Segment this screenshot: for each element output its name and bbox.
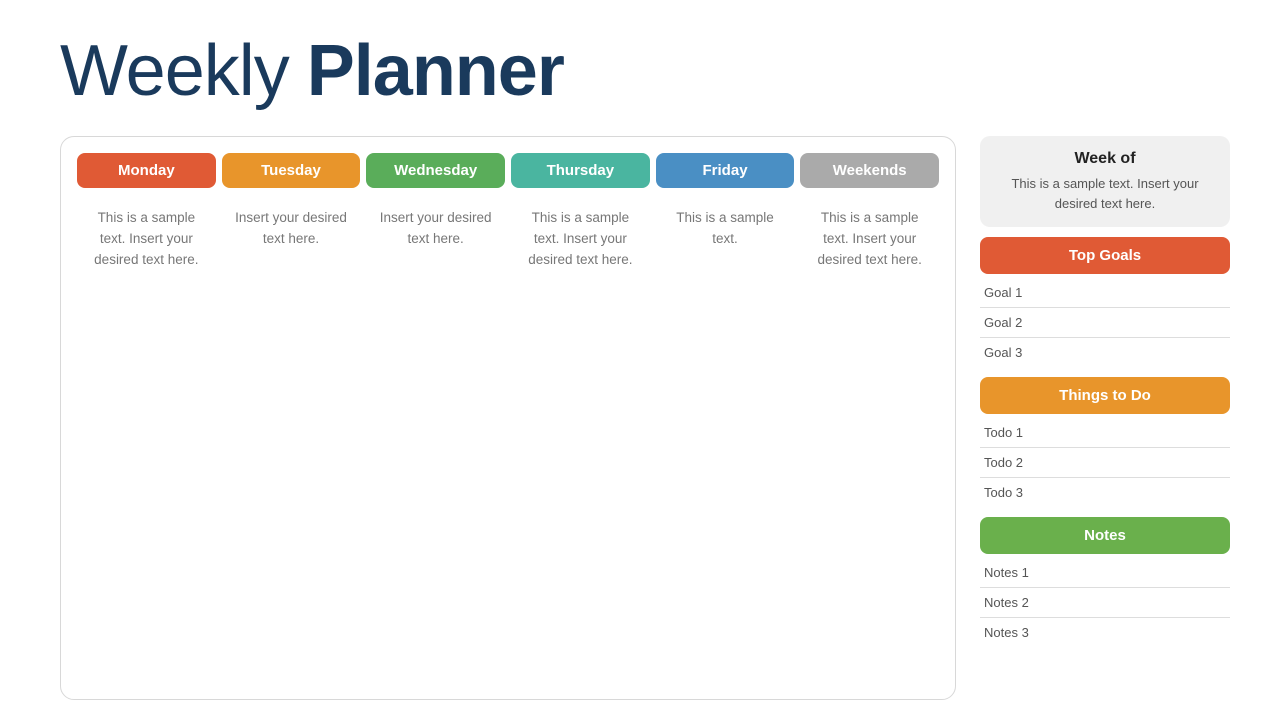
top-goals-items: Goal 1Goal 2Goal 3: [980, 278, 1230, 367]
sidebar: Week of This is a sample text. Insert yo…: [980, 136, 1230, 700]
day-cell-wednesday: Insert your desired text here.: [366, 198, 505, 683]
things-todo-items: Todo 1Todo 2Todo 3: [980, 418, 1230, 507]
day-cell-thursday: This is a sample text. Insert your desir…: [511, 198, 650, 683]
day-cell-monday: This is a sample text. Insert your desir…: [77, 198, 216, 683]
day-cell-friday: This is a sample text.: [656, 198, 795, 683]
list-item: Todo 1: [980, 418, 1230, 448]
title-area: Weekly Planner: [60, 30, 1230, 112]
top-goals-header: Top Goals: [980, 237, 1230, 274]
week-of-box: Week of This is a sample text. Insert yo…: [980, 136, 1230, 227]
list-item: Goal 1: [980, 278, 1230, 308]
day-cell-tuesday: Insert your desired text here.: [222, 198, 361, 683]
list-item: Notes 1: [980, 558, 1230, 588]
day-header-friday: Friday: [656, 153, 795, 188]
list-item: Goal 2: [980, 308, 1230, 338]
week-of-text: This is a sample text. Insert your desir…: [996, 174, 1214, 213]
week-of-title: Week of: [996, 150, 1214, 168]
day-cells: This is a sample text. Insert your desir…: [77, 198, 939, 683]
notes-section: Notes Notes 1Notes 2Notes 3: [980, 517, 1230, 647]
list-item: Todo 2: [980, 448, 1230, 478]
main-layout: MondayTuesdayWednesdayThursdayFridayWeek…: [60, 136, 1230, 700]
day-header-weekends: Weekends: [800, 153, 939, 188]
day-header-monday: Monday: [77, 153, 216, 188]
day-header-thursday: Thursday: [511, 153, 650, 188]
notes-items: Notes 1Notes 2Notes 3: [980, 558, 1230, 647]
list-item: Notes 2: [980, 588, 1230, 618]
calendar-section: MondayTuesdayWednesdayThursdayFridayWeek…: [60, 136, 956, 700]
list-item: Goal 3: [980, 338, 1230, 367]
day-headers: MondayTuesdayWednesdayThursdayFridayWeek…: [77, 153, 939, 188]
list-item: Todo 3: [980, 478, 1230, 507]
title-weekly: Weekly: [60, 30, 289, 112]
notes-header: Notes: [980, 517, 1230, 554]
day-cell-weekends: This is a sample text. Insert your desir…: [800, 198, 939, 683]
day-header-wednesday: Wednesday: [366, 153, 505, 188]
title-planner: Planner: [307, 30, 564, 112]
things-todo-section: Things to Do Todo 1Todo 2Todo 3: [980, 377, 1230, 507]
list-item: Notes 3: [980, 618, 1230, 647]
things-todo-header: Things to Do: [980, 377, 1230, 414]
top-goals-section: Top Goals Goal 1Goal 2Goal 3: [980, 237, 1230, 367]
day-header-tuesday: Tuesday: [222, 153, 361, 188]
